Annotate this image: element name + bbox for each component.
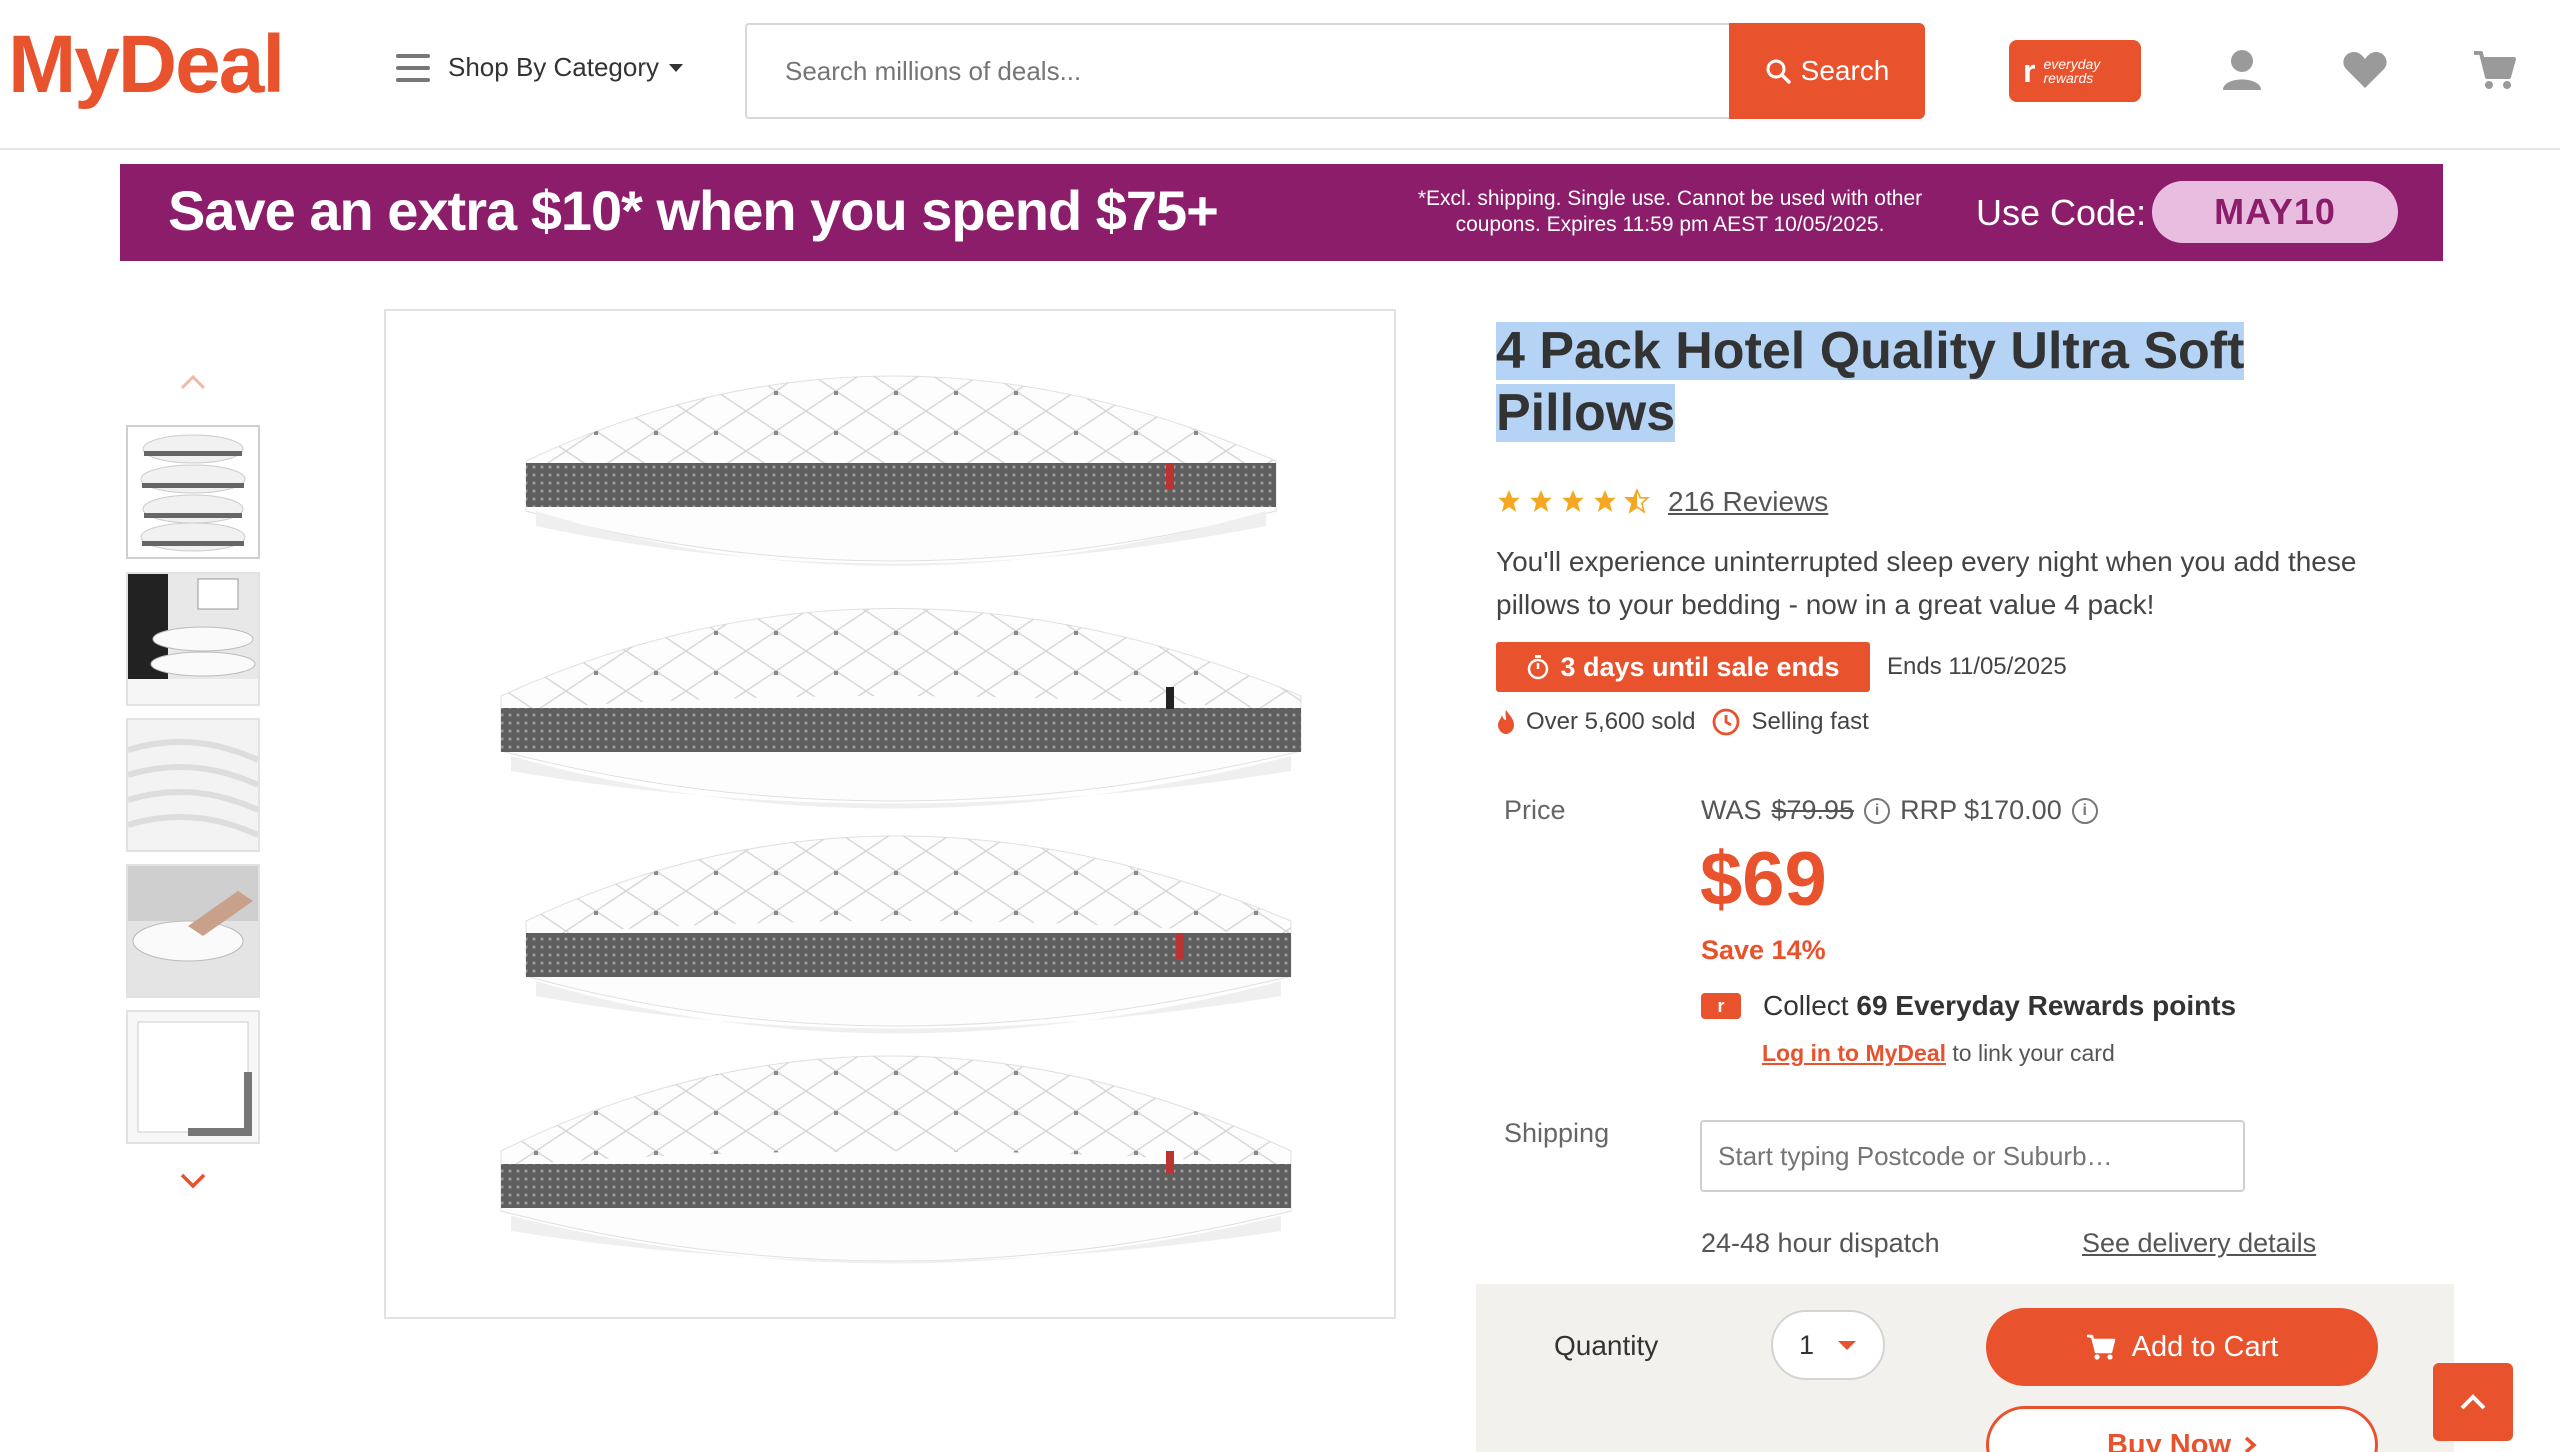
rrp-price: RRP $170.00 (1900, 795, 2062, 825)
current-price: $69 (1700, 837, 1827, 922)
add-to-cart-button[interactable]: Add to Cart (1986, 1308, 2378, 1386)
rewards-collect-row: r Collect 69 Everyday Rewards points (1701, 990, 2236, 1022)
shop-by-category-button[interactable]: Shop By Category (396, 52, 684, 83)
bedroom-thumbnail-image (128, 574, 258, 704)
save-percentage: Save 14% (1701, 935, 1826, 965)
price-label: Price (1504, 795, 1566, 825)
sale-countdown-badge: 3 days until sale ends (1496, 642, 1870, 692)
chevron-down-icon (669, 63, 684, 72)
dispatch-time: 24-48 hour dispatch (1701, 1228, 1940, 1258)
search-button[interactable]: Search (1729, 23, 1925, 119)
caret-down-icon (1838, 1340, 1857, 1350)
rewards-badge-line2: rewards (2043, 70, 2094, 86)
account-icon[interactable] (2214, 42, 2270, 98)
shipping-label: Shipping (1504, 1118, 1610, 1148)
sold-info-row: Over 5,600 sold Selling fast (1496, 707, 1869, 737)
pillow-corner-thumbnail-image (128, 1012, 258, 1142)
collect-points: 69 Everyday Rewards points (1856, 990, 2237, 1021)
promo-code-pill: MAY10 (2152, 181, 2398, 243)
promo-banner[interactable]: Save an extra $10* when you spend $75+ *… (120, 164, 2443, 261)
login-row: Log in to MyDeal to link your card (1762, 1040, 2115, 1067)
quantity-select[interactable]: 1 (1771, 1310, 1885, 1380)
product-title: 4 Pack Hotel Quality Ultra Soft Pillows (1496, 320, 2276, 444)
info-icon[interactable]: i (2071, 797, 2098, 824)
thumbnail-5[interactable] (126, 1010, 260, 1144)
scroll-to-top-button[interactable] (2433, 1363, 2513, 1441)
cart-icon[interactable] (2466, 42, 2522, 98)
search-icon (1766, 59, 1791, 84)
site-header: MyDeal Shop By Category Search r everyda… (0, 0, 2560, 150)
collect-prefix: Collect (1763, 990, 1849, 1021)
pillow-thumbnail-image (128, 427, 258, 557)
chevron-up-icon[interactable] (178, 368, 208, 398)
everyday-rewards-icon: r (1701, 993, 1741, 1019)
thumbnail-1[interactable] (126, 425, 260, 559)
banner-code-label: Use Code: (1976, 192, 2147, 233)
postcode-input[interactable] (1700, 1120, 2245, 1192)
star-half-icon (1624, 488, 1650, 514)
star-full-icon (1530, 490, 1552, 512)
thumbnail-3[interactable] (126, 718, 260, 852)
star-full-icon (1594, 490, 1616, 512)
info-icon[interactable]: i (1864, 797, 1891, 824)
chevron-right-icon (2244, 1436, 2257, 1452)
sale-end-date: Ends 11/05/2025 (1887, 653, 2067, 680)
hamburger-icon (396, 53, 430, 82)
search-input[interactable] (745, 23, 1730, 119)
thumbnail-2[interactable] (126, 572, 260, 706)
rating-stars (1496, 488, 1650, 514)
everyday-rewards-badge[interactable]: r everyday rewards (2009, 40, 2141, 102)
banner-headline: Save an extra $10* when you spend $75+ (168, 179, 1219, 242)
banner-fine-print: *Excl. shipping. Single use. Cannot be u… (1417, 187, 1923, 236)
chevron-down-icon[interactable] (178, 1165, 208, 1195)
rewards-badge-text: everyday rewards (2043, 57, 2100, 85)
product-page: MyDeal Shop By Category Search r everyda… (0, 0, 2560, 1452)
buy-now-button[interactable]: Buy Now (1986, 1406, 2378, 1452)
was-price-row: WAS $79.95 i RRP $170.00 i (1701, 795, 2098, 826)
buy-now-label: Buy Now (2106, 1428, 2232, 1452)
heart-icon[interactable] (2337, 42, 2393, 98)
main-product-image[interactable] (384, 309, 1396, 1319)
delivery-details-link[interactable]: See delivery details (2082, 1228, 2316, 1259)
stacked-pillows-image (500, 375, 1302, 1264)
was-label: WAS (1701, 795, 1762, 825)
hand-press-thumbnail-image (128, 866, 258, 996)
search-button-label: Search (1800, 55, 1890, 86)
quantity-value: 1 (1799, 1329, 1815, 1360)
product-title-text: 4 Pack Hotel Quality Ultra Soft Pillows (1496, 322, 2245, 442)
was-price: $79.95 (1771, 795, 1855, 825)
cart-icon (2086, 1334, 2115, 1360)
stopwatch-icon (1528, 655, 1549, 680)
add-to-cart-label: Add to Cart (2131, 1330, 2279, 1363)
rewards-r-icon: r (2023, 52, 2036, 89)
collect-text: Collect 69 Everyday Rewards points (1763, 990, 2236, 1022)
clock-icon (1713, 708, 1740, 736)
chevron-up-icon (2460, 1394, 2486, 1410)
login-suffix: to link your card (1952, 1040, 2115, 1066)
star-full-icon (1498, 490, 1520, 512)
quantity-label: Quantity (1554, 1330, 1659, 1361)
sold-count: Over 5,600 sold (1526, 708, 1696, 735)
product-description: You'll experience uninterrupted sleep ev… (1496, 546, 2357, 620)
login-link[interactable]: Log in to MyDeal (1762, 1040, 1946, 1066)
selling-fast-text: Selling fast (1751, 708, 1869, 735)
fibre-closeup-thumbnail-image (128, 720, 258, 850)
thumbnail-4[interactable] (126, 864, 260, 998)
sale-countdown-text: 3 days until sale ends (1560, 651, 1840, 682)
mydeal-logo[interactable]: MyDeal (8, 18, 285, 112)
shop-by-category-label: Shop By Category (448, 52, 660, 82)
reviews-link[interactable]: 216 Reviews (1668, 486, 1828, 518)
flame-icon (1498, 710, 1514, 734)
star-full-icon (1562, 490, 1584, 512)
